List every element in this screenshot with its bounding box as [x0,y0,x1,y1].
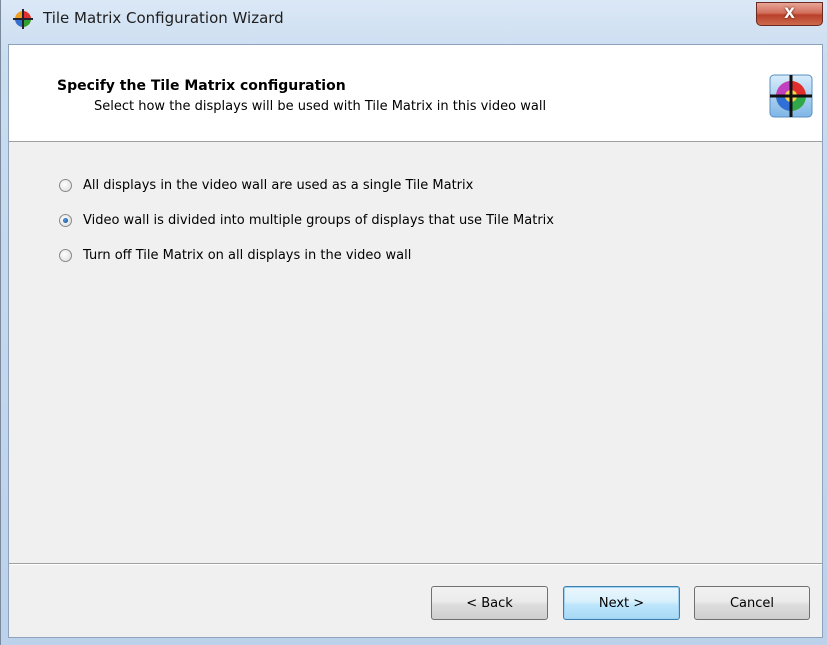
option-multiple-groups[interactable]: Video wall is divided into multiple grou… [59,210,554,230]
radio-multiple-groups[interactable] [59,213,72,227]
title-bar[interactable]: Tile Matrix Configuration Wizard X [1,0,827,36]
page-title: Specify the Tile Matrix configuration [57,78,346,94]
radio-turn-off[interactable] [59,248,72,262]
window-title: Tile Matrix Configuration Wizard [43,9,284,27]
close-icon: X [784,6,795,22]
back-button[interactable]: < Back [431,586,548,620]
tile-matrix-icon [769,74,813,118]
close-button[interactable]: X [756,2,823,26]
tile-matrix-app-icon [13,9,33,29]
option-single-tile-matrix[interactable]: All displays in the video wall are used … [59,175,473,195]
footer-divider [9,563,822,565]
next-button[interactable]: Next > [563,586,680,620]
radio-single-tile-matrix[interactable] [59,178,72,192]
wizard-body: Specify the Tile Matrix configuration Se… [8,44,823,638]
wizard-window: Tile Matrix Configuration Wizard X Speci… [0,0,827,645]
cancel-button[interactable]: Cancel [694,586,810,620]
option-turn-off[interactable]: Turn off Tile Matrix on all displays in … [59,245,411,265]
option-label: Video wall is divided into multiple grou… [83,212,554,228]
wizard-header: Specify the Tile Matrix configuration Se… [9,45,822,142]
option-label: Turn off Tile Matrix on all displays in … [83,247,412,263]
page-subtitle: Select how the displays will be used wit… [94,99,547,114]
option-label: All displays in the video wall are used … [83,177,474,193]
